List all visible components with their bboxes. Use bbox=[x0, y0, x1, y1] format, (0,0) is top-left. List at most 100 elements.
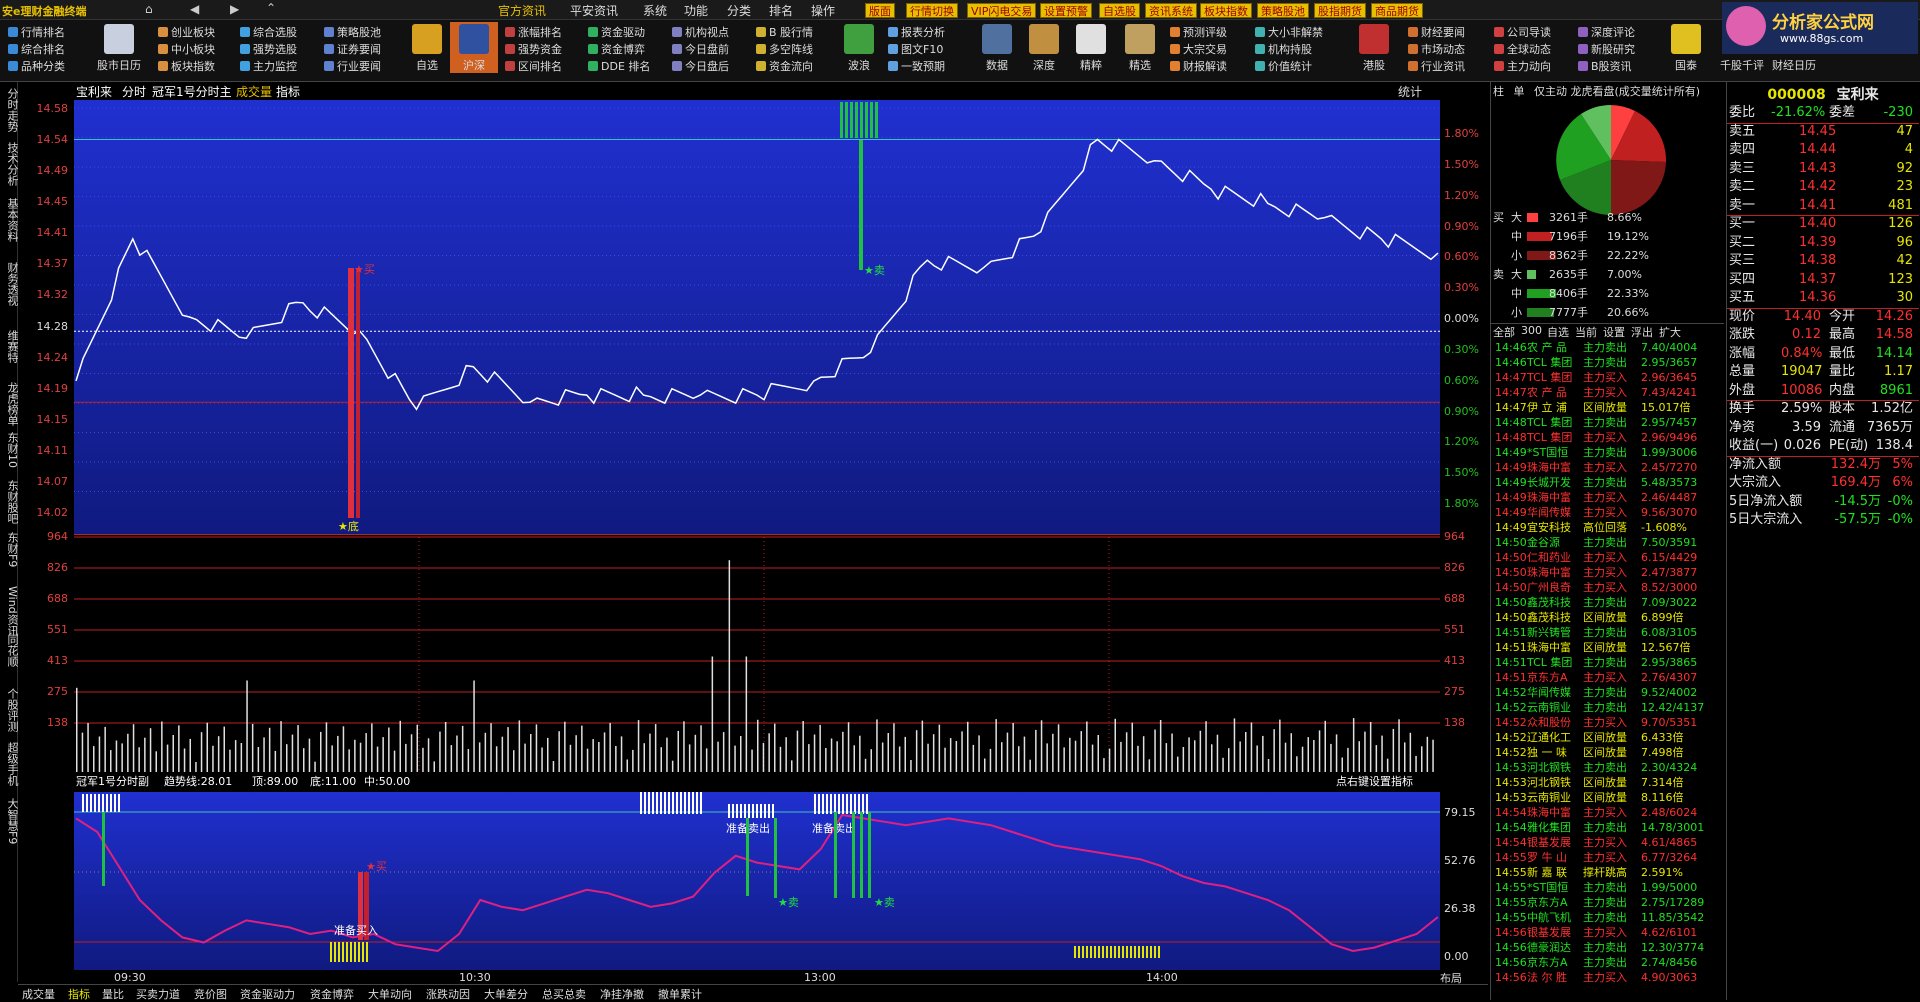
wave-button[interactable]: 波浪 bbox=[835, 22, 883, 73]
intraday-chart[interactable]: ★买★底★卖准备买入★买准备卖出★卖准备卖出★卖 bbox=[74, 100, 1440, 984]
left-nav-item[interactable]: Wind资讯 bbox=[0, 586, 19, 636]
trade-row[interactable]: 14:48 TCL 集团 主力卖出 2.95/7457 bbox=[1493, 415, 1723, 430]
toolbar-item[interactable]: 行业要闻 bbox=[324, 58, 381, 75]
left-nav-item[interactable]: 财务透视 bbox=[0, 262, 19, 306]
trade-row[interactable]: 14:49 长城开发 主力卖出 5.48/3573 bbox=[1493, 475, 1723, 490]
toolbar-item[interactable]: 今日盘前 bbox=[672, 41, 729, 58]
left-nav-item[interactable]: 技术分析 bbox=[0, 142, 19, 186]
filter-300[interactable]: 300 bbox=[1521, 324, 1542, 337]
pie-tab-active[interactable]: 仅主动 bbox=[1534, 85, 1567, 98]
toolbar-item[interactable]: 公司导读 bbox=[1494, 24, 1551, 41]
menu-operation[interactable]: 操作 bbox=[811, 2, 835, 19]
trade-row[interactable]: 14:53 云南铜业 区间放量 8.116倍 bbox=[1493, 790, 1723, 805]
filter-watchlist[interactable]: 自选 bbox=[1547, 324, 1569, 340]
trade-row[interactable]: 14:49 *ST国恒 主力卖出 1.99/3006 bbox=[1493, 445, 1723, 460]
trade-row[interactable]: 14:47 TCL 集团 主力买入 2.96/3645 bbox=[1493, 370, 1723, 385]
left-nav-item[interactable]: 基本资料 bbox=[0, 198, 19, 242]
trade-row[interactable]: 14:47 伊 立 浦 区间放量 15.017倍 bbox=[1493, 400, 1723, 415]
tag-sector-index[interactable]: 板块指数 bbox=[1200, 3, 1252, 18]
toolbar-item[interactable]: 涨幅排名 bbox=[505, 24, 562, 41]
statistics-button[interactable]: 统计 bbox=[1398, 83, 1422, 100]
toolbar-item[interactable]: 财报解读 bbox=[1170, 58, 1227, 75]
menu-function[interactable]: 功能 bbox=[684, 2, 708, 19]
toolbar-item[interactable]: 资金流向 bbox=[756, 58, 813, 75]
mode-label[interactable]: 分时 bbox=[122, 83, 146, 100]
toolbar-item[interactable]: 行业资讯 bbox=[1408, 58, 1465, 75]
trade-row[interactable]: 14:50 金谷源 主力卖出 7.50/3591 bbox=[1493, 535, 1723, 550]
left-nav-item[interactable]: 个股评测 bbox=[0, 688, 19, 732]
toolbar-item[interactable]: 深度评论 bbox=[1578, 24, 1635, 41]
trade-row[interactable]: 14:52 云南铜业 主力卖出 12.42/4137 bbox=[1493, 700, 1723, 715]
toolbar-item[interactable]: 品种分类 bbox=[8, 58, 65, 75]
toolbar-item[interactable]: 财经要闻 bbox=[1408, 24, 1465, 41]
home-icon[interactable]: ⌂ bbox=[145, 2, 153, 16]
data-button[interactable]: 数据 bbox=[973, 22, 1021, 73]
trade-row[interactable]: 14:54 银基发展 主力买入 4.61/4865 bbox=[1493, 835, 1723, 850]
trade-row[interactable]: 14:48 TCL 集团 主力买入 2.96/9496 bbox=[1493, 430, 1723, 445]
trade-row[interactable]: 14:49 珠海中富 主力买入 2.46/4487 bbox=[1493, 490, 1723, 505]
trade-row[interactable]: 14:52 华闻传媒 主力卖出 9.52/4002 bbox=[1493, 685, 1723, 700]
forward-icon[interactable]: ▶ bbox=[230, 2, 239, 16]
toolbar-item[interactable]: 市场动态 bbox=[1408, 41, 1465, 58]
left-nav-item[interactable]: 东财10 bbox=[0, 432, 19, 468]
trade-row[interactable]: 14:50 鑫茂科技 主力卖出 7.09/3022 bbox=[1493, 595, 1723, 610]
pie-tab-single[interactable]: 单 bbox=[1514, 85, 1525, 98]
toolbar-item[interactable]: 资金驱动 bbox=[588, 24, 650, 41]
trade-row[interactable]: 14:46 农 产 品 主力卖出 7.40/4004 bbox=[1493, 340, 1723, 355]
toolbar-item[interactable]: 新股研究 bbox=[1578, 41, 1635, 58]
trade-row[interactable]: 14:51 京东方A 主力买入 2.76/4307 bbox=[1493, 670, 1723, 685]
toolbar-item[interactable]: 大宗交易 bbox=[1170, 41, 1227, 58]
toolbar-item[interactable]: 创业板块 bbox=[158, 24, 215, 41]
toolbar-item[interactable]: 机构视点 bbox=[672, 24, 729, 41]
trade-row[interactable]: 14:55 中航飞机 主力卖出 11.85/3542 bbox=[1493, 910, 1723, 925]
toolbar-item[interactable]: 全球动态 bbox=[1494, 41, 1551, 58]
left-nav-item[interactable]: 东财F9 bbox=[0, 532, 19, 567]
menu-pingan-news[interactable]: 平安资讯 bbox=[570, 2, 618, 19]
trade-row[interactable]: 14:56 京东方A 主力卖出 2.74/8456 bbox=[1493, 955, 1723, 970]
toolbar-item[interactable]: 资金博弈 bbox=[588, 41, 650, 58]
left-nav-item[interactable]: 分时走势 bbox=[0, 88, 19, 132]
tag-strategy-pool[interactable]: 策略股池 bbox=[1257, 3, 1309, 18]
trade-row[interactable]: 14:51 珠海中富 区间放量 12.567倍 bbox=[1493, 640, 1723, 655]
filter-current[interactable]: 当前 bbox=[1575, 324, 1597, 340]
hk-stock-button[interactable]: 港股 bbox=[1350, 22, 1398, 73]
trade-row[interactable]: 14:51 新兴铸管 主力卖出 6.08/3105 bbox=[1493, 625, 1723, 640]
tag-layout[interactable]: 版面 bbox=[865, 3, 895, 18]
toolbar-item[interactable]: 板块指数 bbox=[158, 58, 215, 75]
left-nav-item[interactable]: 超级手机 bbox=[0, 742, 19, 786]
toolbar-item[interactable]: 主力动向 bbox=[1494, 58, 1551, 75]
left-nav-item[interactable]: 东财股吧 bbox=[0, 480, 19, 524]
toolbar-item[interactable]: B 股行情 bbox=[756, 24, 813, 41]
trade-row[interactable]: 14:55 *ST国恒 主力卖出 1.99/5000 bbox=[1493, 880, 1723, 895]
tag-vip-trade[interactable]: VIP闪电交易 bbox=[967, 3, 1037, 18]
toolbar-item[interactable]: 报表分析 bbox=[888, 24, 945, 41]
trade-row[interactable]: 14:56 法 尔 胜 主力买入 4.90/3063 bbox=[1493, 970, 1723, 985]
trade-row[interactable]: 14:49 珠海中富 主力买入 2.45/7270 bbox=[1493, 460, 1723, 475]
essence-button[interactable]: 精粹 bbox=[1067, 22, 1115, 73]
toolbar-item[interactable]: 机构持股 bbox=[1255, 41, 1323, 58]
guotai-button[interactable]: 国泰 bbox=[1662, 22, 1710, 73]
toolbar-item[interactable]: 图文F10 bbox=[888, 41, 945, 58]
left-nav-item[interactable]: 同花顺 bbox=[0, 634, 19, 667]
menu-ranking[interactable]: 排名 bbox=[769, 2, 793, 19]
trade-row[interactable]: 14:49 华闻传媒 主力买入 9.56/3070 bbox=[1493, 505, 1723, 520]
left-nav-item[interactable]: 龙虎榜单 bbox=[0, 382, 19, 426]
trade-row[interactable]: 14:54 珠海中富 主力买入 2.48/6024 bbox=[1493, 805, 1723, 820]
menu-official-news[interactable]: 官方资讯 bbox=[498, 2, 546, 19]
toolbar-item[interactable]: 预测评级 bbox=[1170, 24, 1227, 41]
indicator-label[interactable]: 指标 bbox=[276, 83, 300, 100]
filter-expand[interactable]: 扩大 bbox=[1659, 324, 1681, 340]
trade-row[interactable]: 14:52 独 一 味 区间放量 7.498倍 bbox=[1493, 745, 1723, 760]
left-nav-item[interactable]: 维赛特 bbox=[0, 330, 19, 363]
back-icon[interactable]: ◀ bbox=[190, 2, 199, 16]
toolbar-item[interactable]: B股资讯 bbox=[1578, 58, 1635, 75]
trade-row[interactable]: 14:53 河北钢铁 主力卖出 2.30/4324 bbox=[1493, 760, 1723, 775]
depth-button[interactable]: 深度 bbox=[1020, 22, 1068, 73]
toolbar-item[interactable]: 策略股池 bbox=[324, 24, 381, 41]
tag-news-system[interactable]: 资讯系统 bbox=[1145, 3, 1197, 18]
tag-commodity-futures[interactable]: 商品期货 bbox=[1371, 3, 1423, 18]
tag-watchlist[interactable]: 自选股 bbox=[1099, 3, 1140, 18]
toolbar-item[interactable]: 证券要闻 bbox=[324, 41, 381, 58]
toolbar-item[interactable]: 大小非解禁 bbox=[1255, 24, 1323, 41]
trade-row[interactable]: 14:50 仁和药业 主力买入 6.15/4429 bbox=[1493, 550, 1723, 565]
